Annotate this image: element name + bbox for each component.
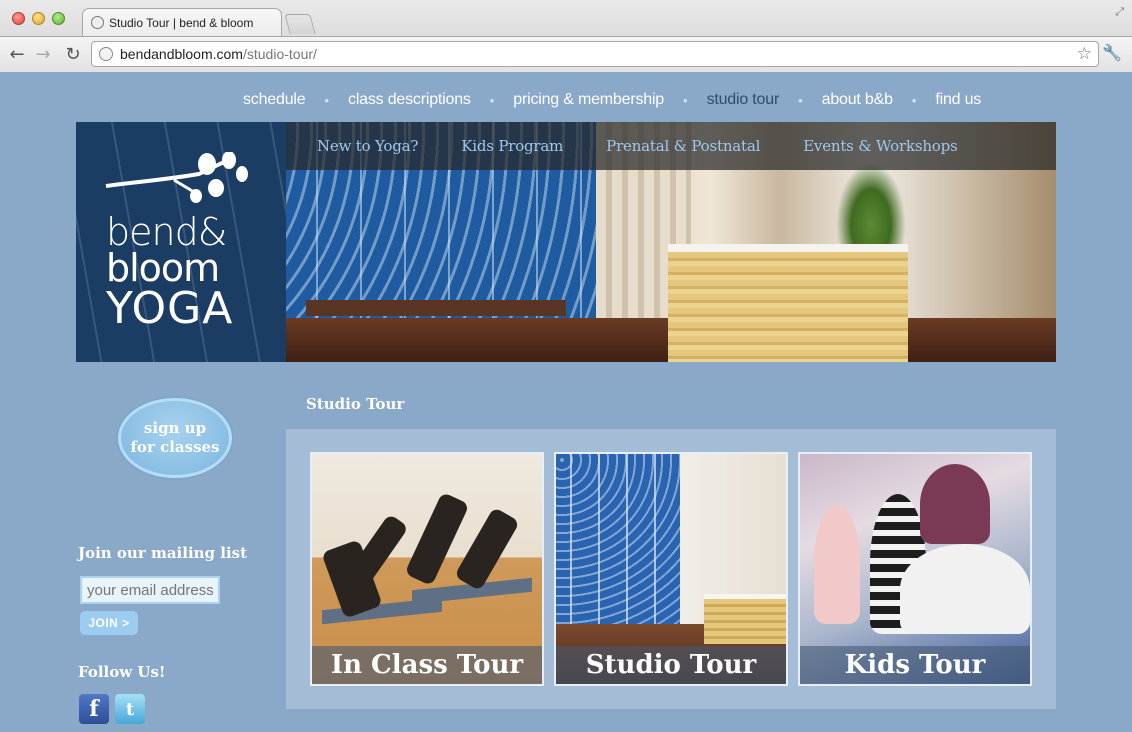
wrench-icon[interactable]: 🔧: [1102, 43, 1122, 63]
card-caption: Kids Tour: [844, 650, 986, 680]
nav-class-descriptions[interactable]: class descriptions: [348, 91, 471, 109]
desk-image: [704, 594, 786, 644]
page-icon: [99, 47, 113, 61]
hero-link-events-workshops[interactable]: Events & Workshops: [803, 137, 958, 155]
address-bar[interactable]: bendandbloom.com/studio-tour/ ☆: [91, 41, 1099, 67]
globe-icon: [91, 16, 104, 29]
tour-gallery: In Class Tour Studio Tour Kids Tour: [286, 429, 1056, 709]
child-image: [814, 504, 860, 624]
hero-desk-image: [668, 244, 908, 362]
email-field[interactable]: [80, 576, 220, 604]
url-host: bendandbloom.com: [120, 46, 243, 62]
hero-link-new-to-yoga[interactable]: New to Yoga?: [317, 137, 418, 155]
student-image: [454, 506, 520, 592]
logo-text-bloom: bloom: [106, 246, 220, 290]
adult-image: [900, 544, 1030, 634]
nav-find-us[interactable]: find us: [935, 91, 981, 109]
magnolia-branch-icon: [105, 152, 248, 203]
nav-separator: •: [683, 92, 688, 108]
maximize-window-button[interactable]: [52, 12, 65, 25]
logo[interactable]: bend& bloom YOGA: [76, 122, 286, 362]
card-caption: Studio Tour: [585, 650, 757, 680]
hero-menu: New to Yoga? Kids Program Prenatal & Pos…: [286, 122, 1056, 170]
caption-bar: In Class Tour: [312, 646, 542, 684]
url-path: /studio-tour/: [242, 46, 317, 62]
reload-button[interactable]: ↻: [62, 41, 84, 67]
hero-bench-image: [306, 300, 566, 316]
hero-link-kids-program[interactable]: Kids Program: [461, 137, 563, 155]
nav-separator: •: [324, 92, 330, 108]
browser-chrome: Studio Tour | bend & bloom ⤢ ← → ↻ benda…: [0, 0, 1132, 72]
tab-title: Studio Tour | bend & bloom: [109, 15, 254, 30]
nav-about[interactable]: about b&b: [822, 91, 893, 109]
join-button[interactable]: JOIN >: [80, 611, 138, 635]
logo-text-yoga: YOGA: [106, 283, 234, 334]
facebook-icon[interactable]: f: [79, 694, 109, 724]
hero-plant-image: [836, 162, 906, 252]
close-window-button[interactable]: [12, 12, 25, 25]
twitter-icon[interactable]: t: [115, 694, 145, 724]
follow-us-title: Follow Us!: [78, 663, 166, 681]
hero-link-prenatal-postnatal[interactable]: Prenatal & Postnatal: [606, 137, 760, 155]
adult-image: [920, 464, 990, 544]
mailing-list-title: Join our mailing list: [78, 544, 248, 562]
forward-button[interactable]: →: [32, 41, 54, 67]
hero-banner: bend& bloom YOGA New to Yoga? Kids Progr…: [76, 122, 1056, 362]
caption-bar: Studio Tour: [556, 646, 786, 684]
tour-card-kids[interactable]: Kids Tour: [798, 452, 1032, 686]
back-button[interactable]: ←: [6, 41, 28, 67]
nav-pricing-membership[interactable]: pricing & membership: [513, 91, 664, 109]
browser-toolbar: ← → ↻ bendandbloom.com/studio-tour/ ☆ 🔧: [0, 36, 1132, 72]
sign-up-sublabel: for classes: [130, 438, 220, 456]
top-navigation: schedule • class descriptions • pricing …: [243, 88, 981, 112]
nav-separator: •: [798, 92, 803, 108]
nav-studio-tour[interactable]: studio tour: [707, 91, 780, 109]
page-title: Studio Tour: [306, 395, 405, 413]
browser-tab[interactable]: Studio Tour | bend & bloom: [82, 8, 282, 36]
card-caption: In Class Tour: [330, 650, 524, 680]
nav-separator: •: [489, 92, 495, 108]
sign-up-button[interactable]: sign up for classes: [118, 398, 232, 478]
nav-separator: •: [911, 92, 917, 108]
minimize-window-button[interactable]: [32, 12, 45, 25]
caption-bar: Kids Tour: [800, 646, 1030, 684]
nav-schedule[interactable]: schedule: [243, 91, 306, 109]
new-tab-button[interactable]: [284, 14, 316, 34]
tour-card-in-class[interactable]: In Class Tour: [310, 452, 544, 686]
tour-card-studio[interactable]: Studio Tour: [554, 452, 788, 686]
bookmark-star-icon[interactable]: ☆: [1077, 44, 1092, 64]
fullscreen-icon[interactable]: ⤢: [1115, 6, 1124, 19]
sign-up-label: sign up: [143, 419, 207, 437]
